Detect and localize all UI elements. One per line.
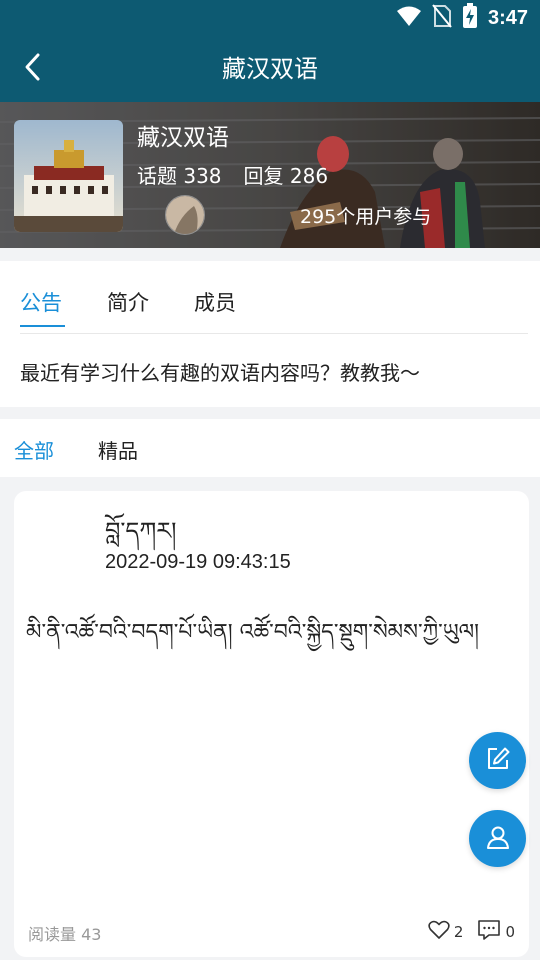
post-card[interactable]: བློ་དཀར། 2022-09-19 09:43:15 མི་ནི་འཚོ་བ… <box>14 491 529 957</box>
filter-featured[interactable]: 精品 <box>98 435 138 464</box>
topic-count: 话题 338 <box>137 164 222 188</box>
post-content: མི་ནི་འཚོ་བའི་བདག་པོ་ཡིན། འཚོ་བའི་སྐྱིད་… <box>26 620 480 645</box>
filter-all[interactable]: 全部 <box>14 435 54 464</box>
comment-count: 0 <box>505 923 515 941</box>
group-stats: 话题 338 回复 286 <box>137 160 328 189</box>
group-cover-image <box>14 120 123 232</box>
back-button[interactable] <box>14 50 52 88</box>
tab-underline <box>20 325 65 327</box>
tab-announcement[interactable]: 公告 <box>20 287 62 317</box>
group-info-card: 公告 简介 成员 最近有学习什么有趣的双语内容吗？教教我～ <box>0 261 540 407</box>
battery-charging-icon <box>462 3 478 33</box>
no-sim-icon <box>432 4 452 32</box>
wifi-icon <box>396 5 422 31</box>
heart-icon <box>428 920 450 944</box>
comment-button[interactable]: 0 <box>477 919 515 945</box>
status-time: 3:47 <box>487 6 528 29</box>
participant-count: 295个用户参与 <box>300 206 432 228</box>
tab-intro[interactable]: 简介 <box>107 287 149 317</box>
chevron-left-icon <box>22 52 44 86</box>
app-bar: 藏汉双语 <box>0 36 540 102</box>
compose-button[interactable] <box>469 732 526 789</box>
announcement-text: 最近有学习什么有趣的双语内容吗？教教我～ <box>20 361 420 385</box>
group-banner: 藏汉双语 话题 338 回复 286 295个用户参与 <box>0 102 540 248</box>
status-bar: 3:47 <box>0 0 540 36</box>
page-title: 藏汉双语 <box>222 55 318 83</box>
user-icon <box>485 824 511 854</box>
comment-icon <box>477 919 501 945</box>
status-icons: 3:47 <box>396 3 528 33</box>
post-filter-bar: 全部 精品 <box>0 419 540 477</box>
divider <box>20 333 528 334</box>
post-actions: 2 0 <box>428 919 515 945</box>
post-time: 2022-09-19 09:43:15 <box>105 551 291 573</box>
avatar[interactable] <box>165 195 205 235</box>
compose-icon <box>485 746 511 776</box>
view-count: 阅读量 43 <box>28 925 102 944</box>
like-button[interactable]: 2 <box>428 920 464 944</box>
like-count: 2 <box>453 923 464 941</box>
group-name: 藏汉双语 <box>137 125 229 151</box>
tab-members[interactable]: 成员 <box>194 287 236 317</box>
reply-count: 回复 286 <box>243 164 329 188</box>
profile-button[interactable] <box>469 810 526 867</box>
